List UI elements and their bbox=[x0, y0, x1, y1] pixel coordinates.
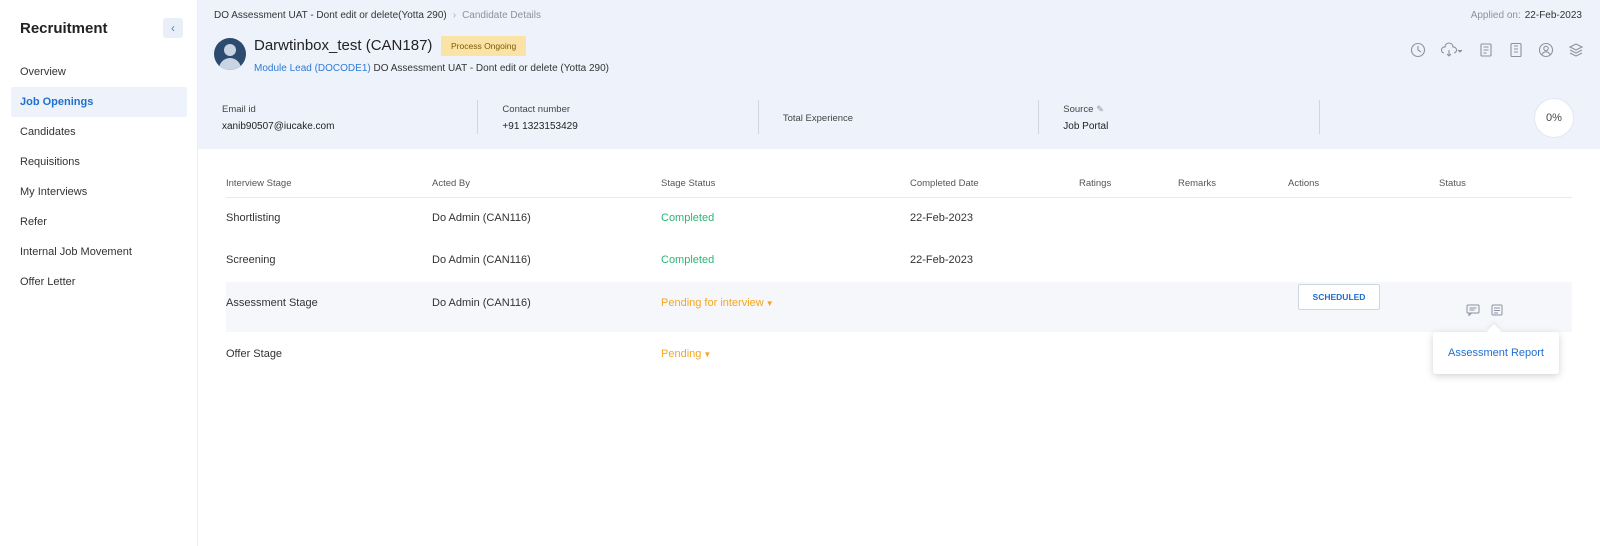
stage-status: Completed bbox=[661, 212, 715, 224]
stage-name: Offer Stage bbox=[226, 348, 283, 360]
sidebar-header: Recruitment ‹ bbox=[0, 0, 197, 40]
sidebar-item-candidates[interactable]: Candidates bbox=[11, 117, 187, 147]
acted-by: Do Admin (CAN116) bbox=[432, 212, 531, 224]
collapse-chevron-icon[interactable]: ‹ bbox=[163, 18, 183, 38]
sidebar: Recruitment ‹ Overview Job Openings Cand… bbox=[0, 0, 198, 546]
document-icon[interactable] bbox=[1478, 42, 1494, 58]
sidebar-item-job-openings[interactable]: Job Openings bbox=[11, 87, 187, 117]
source-cell: Source ✎ Job Portal bbox=[1039, 100, 1320, 134]
col-completed-date: Completed Date bbox=[910, 178, 979, 189]
sidebar-item-requisitions[interactable]: Requisitions bbox=[11, 147, 187, 177]
contact-cell: Contact number +91 1323153429 bbox=[478, 100, 759, 134]
breadcrumb-separator-icon: › bbox=[452, 10, 457, 21]
email-value: xanib90507@iucake.com bbox=[222, 121, 335, 132]
stage-status: Pending bbox=[661, 348, 702, 360]
experience-cell: Total Experience bbox=[759, 100, 1040, 134]
email-label: Email id bbox=[222, 104, 256, 115]
source-value: Job Portal bbox=[1063, 121, 1109, 132]
candidate-role: Module Lead (DOCODE1) DO Assessment UAT … bbox=[254, 63, 609, 74]
col-remarks: Remarks bbox=[1178, 178, 1217, 189]
progress-circle: 0% bbox=[1534, 98, 1574, 138]
table-header: Interview Stage Acted By Stage Status Co… bbox=[226, 168, 1572, 198]
role-job-text: DO Assessment UAT - Dont edit or delete … bbox=[370, 63, 609, 74]
toolbar bbox=[1410, 42, 1584, 58]
col-actions: Actions bbox=[1288, 178, 1320, 189]
sidebar-item-offer-letter[interactable]: Offer Letter bbox=[11, 267, 187, 297]
stage-status-dropdown[interactable]: Pending ▼ bbox=[661, 348, 711, 360]
report-icon[interactable] bbox=[1490, 304, 1504, 316]
source-label-wrap: Source ✎ bbox=[1063, 104, 1318, 115]
caret-down-icon: ▼ bbox=[703, 350, 712, 359]
email-cell: Email id xanib90507@iucake.com bbox=[198, 100, 479, 134]
completed-date: 22-Feb-2023 bbox=[910, 254, 973, 266]
caret-down-icon: ▼ bbox=[765, 299, 774, 308]
completed-date: 22-Feb-2023 bbox=[910, 212, 973, 224]
applied-label: Applied on: bbox=[1470, 10, 1521, 21]
col-interview-stage: Interview Stage bbox=[226, 178, 292, 189]
table-row: Offer Stage Pending ▼ bbox=[226, 332, 1572, 374]
acted-by: Do Admin (CAN116) bbox=[432, 254, 531, 266]
stage-status: Completed bbox=[661, 254, 715, 266]
layers-icon[interactable] bbox=[1568, 42, 1584, 58]
stage-name: Assessment Stage bbox=[226, 297, 318, 309]
avatar bbox=[214, 38, 246, 70]
cloud-download-icon[interactable] bbox=[1440, 42, 1464, 58]
contact-label: Contact number bbox=[502, 104, 571, 115]
candidate-header: DO Assessment UAT - Dont edit or delete(… bbox=[198, 0, 1600, 149]
col-stage-status: Stage Status bbox=[661, 178, 716, 189]
candidate-name: Darwtinbox_test (CAN187) bbox=[254, 37, 433, 54]
status-badge: Process Ongoing bbox=[441, 36, 527, 56]
table-row: Screening Do Admin (CAN116) Completed 22… bbox=[226, 240, 1572, 282]
sidebar-nav: Overview Job Openings Candidates Requisi… bbox=[0, 57, 197, 297]
scheduled-button[interactable]: SCHEDULED bbox=[1298, 284, 1380, 310]
table-row: Shortlisting Do Admin (CAN116) Completed… bbox=[226, 198, 1572, 240]
user-circle-icon[interactable] bbox=[1538, 42, 1554, 58]
status-icons bbox=[1466, 304, 1504, 316]
breadcrumb-parent[interactable]: DO Assessment UAT - Dont edit or delete(… bbox=[214, 10, 447, 21]
comment-icon[interactable] bbox=[1466, 304, 1480, 316]
sidebar-item-refer[interactable]: Refer bbox=[11, 207, 187, 237]
table-row: Assessment Stage Do Admin (CAN116) Pendi… bbox=[226, 282, 1572, 332]
history-icon[interactable] bbox=[1410, 42, 1426, 58]
experience-label: Total Experience bbox=[782, 113, 854, 124]
assessment-report-link[interactable]: Assessment Report bbox=[1448, 347, 1544, 359]
sidebar-item-overview[interactable]: Overview bbox=[11, 57, 187, 87]
applied-on: Applied on: 22-Feb-2023 bbox=[1471, 10, 1582, 21]
source-label: Source bbox=[1063, 104, 1094, 115]
contact-value: +91 1323153429 bbox=[502, 121, 578, 132]
assessment-report-tooltip: Assessment Report bbox=[1433, 332, 1559, 374]
col-status: Status bbox=[1439, 178, 1466, 189]
breadcrumb: DO Assessment UAT - Dont edit or delete(… bbox=[214, 10, 541, 21]
stage-name: Shortlisting bbox=[226, 212, 281, 224]
stage-status: Pending for interview bbox=[661, 297, 764, 309]
pencil-icon[interactable]: ✎ bbox=[1096, 104, 1104, 114]
sidebar-item-my-interviews[interactable]: My Interviews bbox=[11, 177, 187, 207]
sidebar-title: Recruitment bbox=[20, 19, 108, 37]
applied-date: 22-Feb-2023 bbox=[1524, 10, 1582, 21]
stage-name: Screening bbox=[226, 254, 276, 266]
acted-by: Do Admin (CAN116) bbox=[432, 297, 531, 309]
stage-status-dropdown[interactable]: Pending for interview ▼ bbox=[661, 297, 774, 309]
col-ratings: Ratings bbox=[1079, 178, 1112, 189]
interview-stages-table: Interview Stage Acted By Stage Status Co… bbox=[226, 168, 1572, 374]
candidate-info: Email id xanib90507@iucake.com Contact n… bbox=[198, 100, 1600, 138]
role-link[interactable]: Module Lead (DOCODE1) bbox=[254, 63, 371, 74]
breadcrumb-current: Candidate Details bbox=[462, 10, 541, 21]
sidebar-item-internal-job-movement[interactable]: Internal Job Movement bbox=[11, 237, 187, 267]
file-icon[interactable] bbox=[1508, 42, 1524, 58]
col-acted-by: Acted By bbox=[432, 178, 471, 189]
